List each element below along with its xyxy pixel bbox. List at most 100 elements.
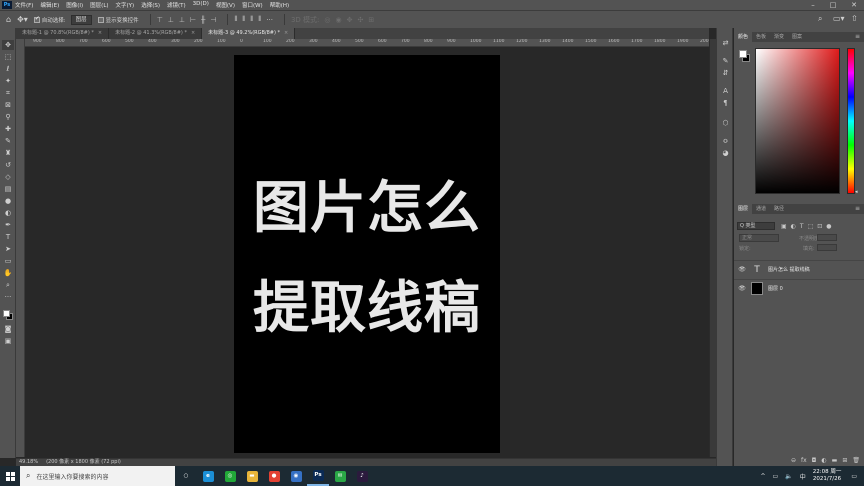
zoom-level[interactable]: 49.18% [19, 459, 38, 466]
share-icon[interactable]: ⇧ [851, 14, 858, 23]
vertical-ruler[interactable] [16, 47, 25, 457]
dodge-tool-icon[interactable]: ◐ [2, 208, 14, 218]
more-options-icon[interactable]: ··· [266, 16, 273, 24]
home-icon[interactable]: ⌂ [6, 15, 11, 24]
lasso-tool-icon[interactable]: ℓ [2, 64, 14, 74]
filter-type-icon[interactable]: T [800, 223, 804, 230]
layers-panel-tab[interactable]: 路径 [770, 204, 788, 214]
filter-pixel-icon[interactable]: ▣ [781, 223, 787, 230]
new-layer-icon[interactable]: ⊞ [842, 456, 847, 466]
layer-filter-select[interactable]: Q 类型 [737, 222, 775, 230]
character-panel-icon[interactable]: A [720, 86, 731, 96]
color-panel-tab[interactable]: 渐变 [770, 32, 788, 42]
taskbar-app-app-circle[interactable]: ◉ [285, 466, 307, 486]
taskbar-app-chrome[interactable]: ● [263, 466, 285, 486]
menu-item[interactable]: 文件(F) [15, 1, 33, 9]
3d-scale-icon[interactable]: ⊞ [368, 16, 374, 24]
show-transform-check-box[interactable] [97, 16, 104, 23]
color-panel-tab[interactable]: 色板 [752, 32, 770, 42]
filter-shape-icon[interactable]: ⬚ [808, 223, 814, 230]
3d-roll-icon[interactable]: ◉ [336, 16, 342, 24]
new-group-icon[interactable]: ▬ [832, 456, 838, 466]
menu-item[interactable]: 图像(I) [66, 1, 83, 9]
taskbar-search[interactable]: ⌕ 在这里输入你要搜索的内容 [20, 466, 175, 486]
type-tool-icon[interactable]: T [2, 232, 14, 242]
menu-item[interactable]: 选择(S) [141, 1, 160, 9]
align-left-icon[interactable]: ⊢ [190, 16, 196, 24]
close-tab-icon[interactable]: × [191, 30, 195, 36]
quick-mask-icon[interactable]: ◙ [2, 324, 14, 334]
start-button[interactable] [0, 466, 20, 486]
filter-toggle-icon[interactable]: ● [826, 223, 831, 230]
layers-panel-tab[interactable]: 图层 [734, 204, 753, 214]
shape-tool-icon[interactable]: ▭ [2, 256, 14, 266]
taskbar-app-photoshop[interactable]: Ps [307, 466, 329, 486]
taskbar-app-task-view[interactable]: ○ [175, 466, 197, 486]
layer-style-icon[interactable]: fx [801, 456, 807, 466]
layer-name[interactable]: 图片怎么 提取线稿 [768, 266, 810, 273]
color-field[interactable] [755, 48, 840, 194]
taskbar-clock[interactable]: 22:08 周一 2021/7/26 [813, 469, 842, 483]
3d-pan-icon[interactable]: ✥ [347, 16, 353, 24]
color-panel-tab[interactable]: 图案 [788, 32, 806, 42]
document-info[interactable]: (200 像素 x 1800 像素 (72 ppi) [46, 459, 121, 466]
properties-icon[interactable]: ⇵ [720, 68, 731, 78]
visibility-eye-icon[interactable]: 👁 [736, 266, 748, 273]
align-top-icon[interactable]: ⊤ [157, 16, 163, 24]
move-tool-icon[interactable]: ✥ [2, 40, 14, 50]
magic-wand-tool-icon[interactable]: ✦ [2, 76, 14, 86]
color-panel-tab[interactable]: 颜色 [734, 32, 753, 42]
ime-icon[interactable]: 中 [800, 472, 806, 481]
menu-item[interactable]: 编辑(E) [40, 1, 59, 9]
screen-mode-icon[interactable]: ▣ [2, 336, 14, 346]
3d-slide-icon[interactable]: ✣ [357, 16, 363, 24]
panel-menu-icon[interactable]: ≡ [855, 204, 860, 214]
notifications-icon[interactable]: ▭ [851, 473, 857, 480]
picker-foreground-swatch[interactable] [739, 50, 747, 58]
crop-tool-icon[interactable]: ⌗ [2, 88, 14, 98]
zoom-tool-icon[interactable]: ⌕ [2, 280, 14, 290]
close-tab-icon[interactable]: × [98, 30, 102, 36]
layer-row[interactable]: 👁 图层 0 [734, 279, 864, 297]
path-selection-tool-icon[interactable]: ➤ [2, 244, 14, 254]
tray-overflow-icon[interactable]: ^ [761, 473, 766, 480]
taskbar-app-wechat-app[interactable]: ◎ [219, 466, 241, 486]
brush-settings-icon[interactable]: ✎ [720, 56, 731, 66]
ruler-origin[interactable] [16, 39, 25, 47]
marquee-tool-icon[interactable]: ⬚ [2, 52, 14, 62]
network-icon[interactable]: ▭ [773, 473, 779, 480]
menu-item[interactable]: 文字(Y) [116, 1, 135, 9]
distribute-icon[interactable]: ⫴ [258, 15, 261, 24]
taskbar-app-file-explorer[interactable]: ▬ [241, 466, 263, 486]
layers-panel-tab[interactable]: 通道 [752, 204, 770, 214]
blend-mode-select[interactable]: 正常 [739, 234, 779, 242]
more-tools-icon[interactable]: ··· [2, 292, 14, 302]
horizontal-ruler[interactable]: 900 800 700 600 500 400 300 200 100 0 100 200 300 400… [25, 39, 709, 47]
hand-tool-icon[interactable]: ✋ [2, 268, 14, 278]
hue-slider[interactable] [847, 48, 855, 194]
align-hcenter-icon[interactable]: ╫ [201, 16, 205, 24]
filter-adjustment-icon[interactable]: ◐ [791, 223, 796, 230]
document-tab[interactable]: 未标题-1 @ 70.8%(RGB/8#) * × [16, 28, 110, 39]
history-panel-icon[interactable]: ⇄ [720, 38, 731, 48]
workspace-icon[interactable]: ▭▾ [833, 14, 845, 23]
eraser-tool-icon[interactable]: ◇ [2, 172, 14, 182]
hue-slider-handle-icon[interactable]: ◂ [855, 189, 858, 195]
healing-brush-tool-icon[interactable]: ✚ [2, 124, 14, 134]
auto-select-check-box[interactable] [33, 15, 40, 23]
distribute-icon[interactable]: ⫴ [242, 15, 245, 24]
distribute-icon[interactable]: ⫴ [234, 15, 237, 24]
menu-item[interactable]: 图层(L) [90, 1, 108, 9]
libraries-panel-icon[interactable]: ◕ [720, 148, 731, 158]
distribute-icon[interactable]: ⫴ [250, 15, 253, 24]
3d-panel-icon[interactable]: ⬡ [720, 118, 731, 128]
frame-tool-icon[interactable]: ⊠ [2, 100, 14, 110]
taskbar-app-tiktok[interactable]: ♪ [351, 466, 373, 486]
document-canvas[interactable]: 图片怎么 提取线稿 [234, 55, 500, 453]
move-tool-preset-icon[interactable]: ✥▾ [17, 15, 28, 24]
close-tab-icon[interactable]: × [284, 30, 288, 36]
taskbar-app-wechat[interactable]: ✉ [329, 466, 351, 486]
blur-tool-icon[interactable]: ● [2, 196, 14, 206]
menu-item[interactable]: 滤镜(T) [167, 1, 186, 9]
pen-tool-icon[interactable]: ✒ [2, 220, 14, 230]
